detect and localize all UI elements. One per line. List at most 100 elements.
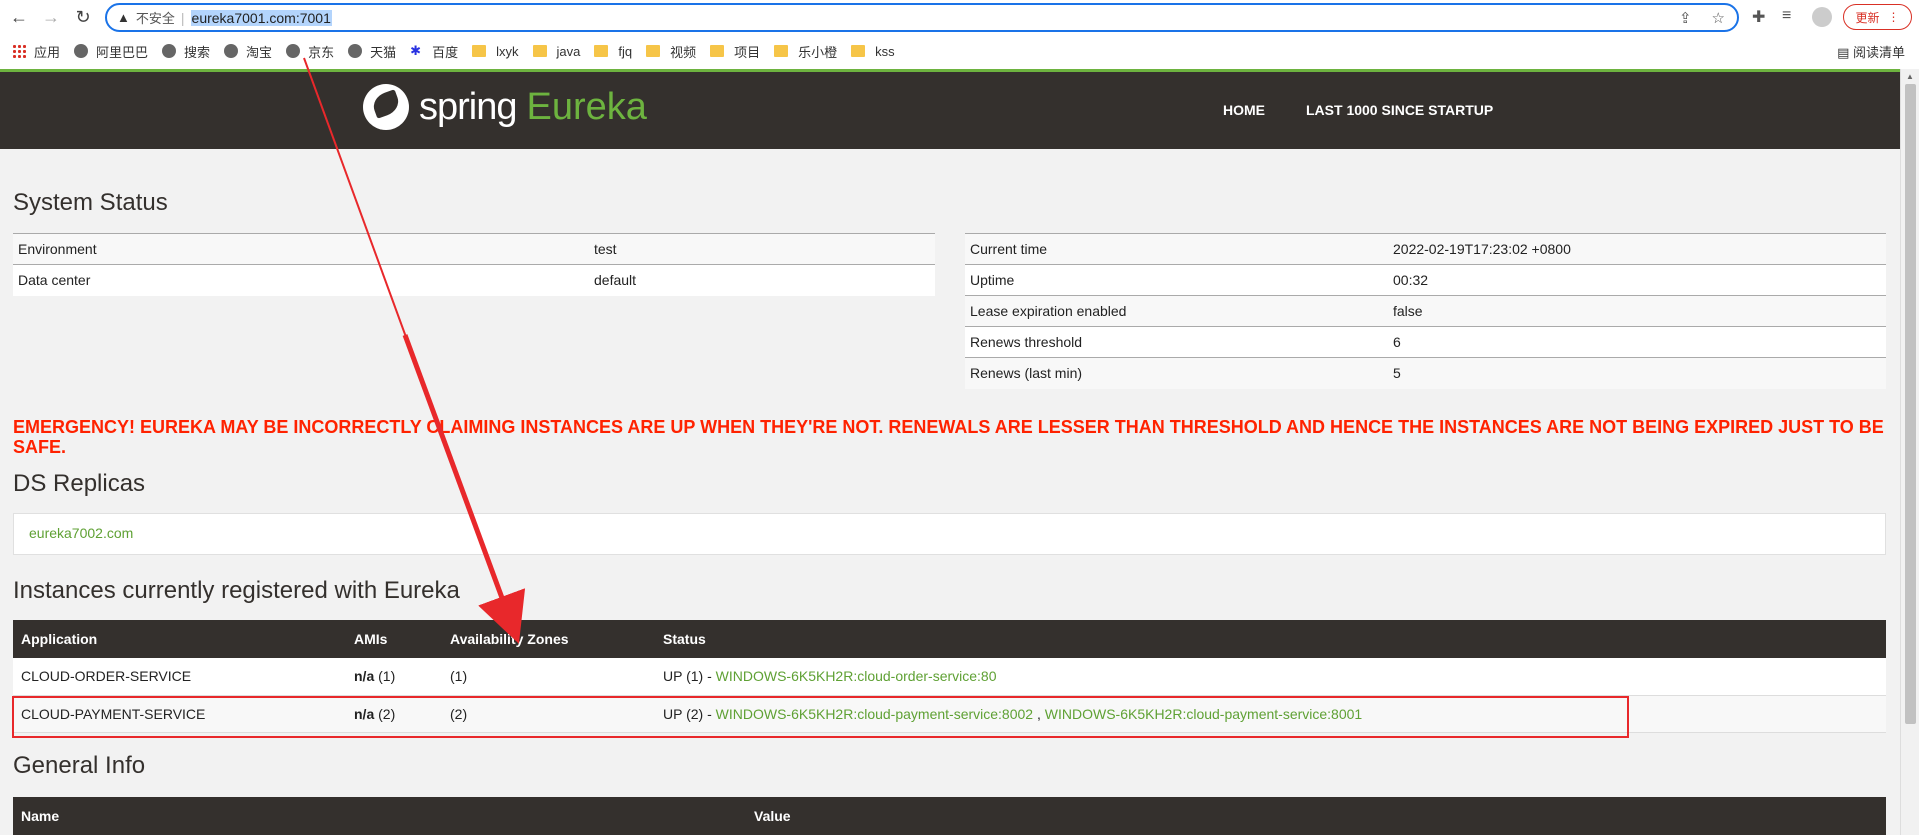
status-row: Current time 2022-02-19T17:23:02 +0800 — [965, 233, 1886, 265]
status-value: false — [1388, 295, 1886, 327]
bookmark-label: java — [556, 43, 581, 59]
reading-list[interactable]: ▤ 阅读清单 — [1837, 42, 1905, 61]
bookmark-label: 百度 — [432, 44, 459, 60]
scroll-thumb[interactable] — [1905, 84, 1916, 724]
amis-cell: n/a (1) — [346, 658, 442, 696]
bookmark-item[interactable]: 搜索 — [162, 42, 210, 61]
status-row: Environment test — [13, 233, 935, 265]
globe-icon — [162, 44, 177, 58]
spring-eureka-logo[interactable]: spring Eureka — [363, 84, 647, 130]
back-arrow-icon[interactable]: ← — [6, 4, 32, 30]
scroll-up-icon[interactable]: ▲ — [1906, 72, 1914, 81]
status-row: Uptime 00:32 — [965, 264, 1886, 296]
status-key: Renews threshold — [965, 326, 1388, 358]
share-icon[interactable]: ⇪ — [1679, 9, 1692, 27]
bookmark-item[interactable]: 乐小橙 — [774, 42, 837, 61]
spring-leaf-icon — [363, 84, 409, 130]
amis-count: (1) — [378, 668, 396, 685]
bookmark-label: 项目 — [734, 44, 761, 60]
zones-cell: (1) — [442, 658, 655, 696]
status-cell: UP (1) - WINDOWS-6K5KH2R:cloud-order-ser… — [655, 658, 1886, 696]
forward-arrow-icon[interactable]: → — [38, 4, 64, 30]
warning-triangle-icon[interactable]: ▲ — [117, 10, 130, 25]
status-value: 6 — [1388, 326, 1886, 358]
instance-link[interactable]: WINDOWS-6K5KH2R:cloud-order-service:80 — [716, 668, 997, 684]
bookmark-item[interactable]: 阿里巴巴 — [74, 42, 148, 61]
apps-grid-icon — [12, 44, 26, 58]
globe-icon — [348, 44, 363, 58]
folder-icon — [594, 45, 609, 57]
folder-icon — [472, 45, 487, 57]
col-name: Name — [13, 797, 746, 835]
replica-link[interactable]: eureka7002.com — [29, 525, 133, 541]
bookmark-item[interactable]: 项目 — [710, 42, 760, 61]
status-value: 00:32 — [1388, 264, 1886, 296]
col-application: Application — [13, 620, 346, 658]
globe-icon — [224, 44, 239, 58]
bookmark-item[interactable]: lxyk — [472, 44, 519, 59]
status-row: Renews (last min) 5 — [965, 357, 1886, 389]
url-text[interactable]: eureka7001.com:7001 — [190, 9, 332, 26]
media-queue-icon[interactable]: ≡ — [1782, 7, 1791, 25]
system-status-left-table: Environment test Data center default — [13, 233, 935, 296]
status-key: Current time — [965, 233, 1388, 265]
bookmark-item[interactable]: 淘宝 — [224, 42, 272, 61]
security-label[interactable]: 不安全 — [136, 8, 175, 27]
status-key: Environment — [13, 233, 589, 265]
globe-icon — [286, 44, 301, 58]
bookmark-item[interactable]: kss — [851, 44, 895, 59]
star-bookmark-icon[interactable]: ☆ — [1712, 9, 1725, 27]
general-info-title: General Info — [13, 752, 146, 779]
bookmark-label: 淘宝 — [246, 44, 273, 60]
col-amis: AMIs — [346, 620, 442, 658]
table-row: CLOUD-ORDER-SERVICE n/a (1) (1) UP (1) -… — [13, 658, 1886, 696]
bookmark-label: fjq — [618, 43, 633, 59]
divider: | — [180, 9, 185, 26]
status-value: 2022-02-19T17:23:02 +0800 — [1388, 233, 1886, 265]
bookmark-label: kss — [875, 43, 895, 59]
bookmark-label: 阿里巴巴 — [96, 44, 149, 60]
status-key: Data center — [13, 264, 589, 296]
reload-icon[interactable]: ↻ — [70, 4, 96, 30]
extensions-puzzle-icon[interactable]: ✚ — [1752, 7, 1765, 27]
replicas-panel: eureka7002.com — [13, 513, 1886, 555]
bookmark-item[interactable]: 天猫 — [348, 42, 396, 61]
amis-value: n/a — [354, 668, 375, 685]
update-label: 更新 — [1855, 10, 1880, 25]
reading-list-icon: ▤ — [1837, 45, 1850, 60]
bookmark-item[interactable]: java — [532, 43, 581, 59]
folder-icon — [532, 45, 547, 57]
bookmark-item[interactable]: 应用 — [12, 42, 60, 61]
bookmark-label: 京东 — [308, 44, 335, 60]
page-scrollbar[interactable]: ▲ — [1900, 69, 1919, 835]
product-text: Eureka — [526, 85, 647, 128]
bookmark-label: 视频 — [670, 44, 697, 60]
address-bar[interactable]: ▲ 不安全 | eureka7001.com:7001 ⇪ ☆ — [105, 3, 1739, 32]
col-availability-zones: Availability Zones — [442, 620, 655, 658]
browser-toolbar: ← → ↻ ▲ 不安全 | eureka7001.com:7001 ⇪ ☆ ✚ … — [0, 0, 1919, 35]
status-prefix: UP (1) - — [663, 668, 716, 685]
nav-last-1000[interactable]: LAST 1000 SINCE STARTUP — [1306, 102, 1493, 118]
bookmark-item[interactable]: fjq — [594, 44, 632, 59]
bookmark-item[interactable]: 视频 — [646, 42, 696, 61]
profile-avatar-icon[interactable] — [1812, 7, 1832, 27]
ds-replicas-title: DS Replicas — [13, 470, 146, 497]
system-status-right-table: Current time 2022-02-19T17:23:02 +0800 Upt… — [965, 233, 1886, 389]
emergency-warning: EMERGENCY! EUREKA MAY BE INCORRECTLY CLA… — [13, 417, 1884, 457]
status-key: Lease expiration enabled — [965, 295, 1388, 327]
bookmark-item[interactable]: ✱ 百度 — [410, 42, 458, 61]
bookmark-label: 天猫 — [370, 44, 397, 60]
status-row: Renews threshold 6 — [965, 326, 1886, 358]
brand-text: spring — [419, 85, 517, 128]
bookmark-item[interactable]: 京东 — [286, 42, 334, 61]
status-row: Data center default — [13, 264, 935, 296]
status-key: Renews (last min) — [965, 357, 1388, 389]
nav-home[interactable]: HOME — [1223, 102, 1265, 118]
browser-chrome: ← → ↻ ▲ 不安全 | eureka7001.com:7001 ⇪ ☆ ✚ … — [0, 0, 1919, 69]
folder-icon — [646, 45, 661, 57]
reading-list-label: 阅读清单 — [1852, 45, 1905, 60]
instances-title: Instances currently registered with Eure… — [13, 577, 460, 604]
col-status: Status — [655, 620, 1886, 658]
update-button[interactable]: 更新 ⋮ — [1843, 4, 1912, 30]
status-value: default — [589, 264, 935, 296]
